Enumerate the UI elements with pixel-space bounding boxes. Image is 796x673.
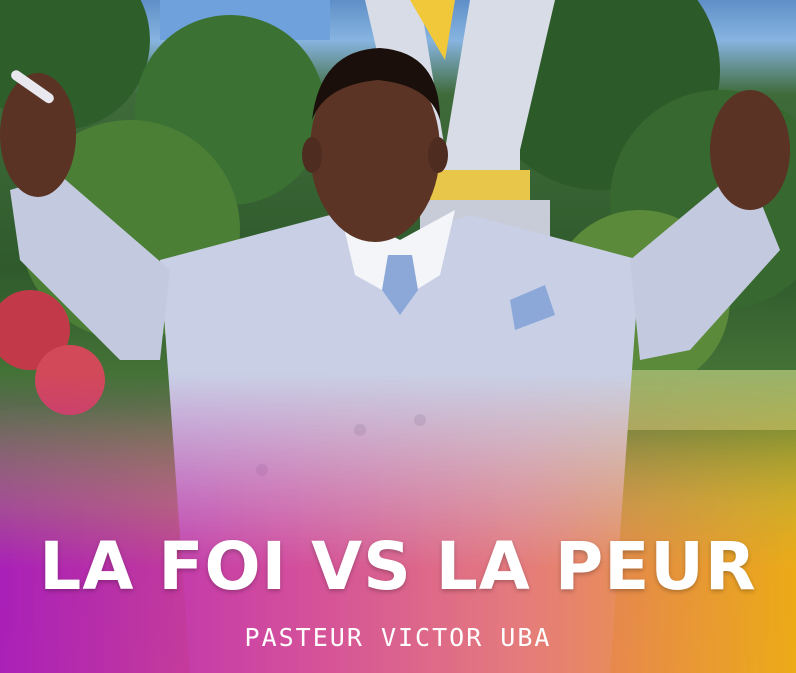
ear-right [428, 137, 448, 173]
poster-subtitle: PASTEUR VICTOR UBA [244, 623, 552, 652]
ear-left [302, 137, 322, 173]
right-hand [710, 90, 790, 210]
poster-title: LA FOI VS LA PEUR [39, 528, 757, 605]
sermon-poster: LA FOI VS LA PEUR PASTEUR VICTOR UBA [0, 0, 796, 673]
